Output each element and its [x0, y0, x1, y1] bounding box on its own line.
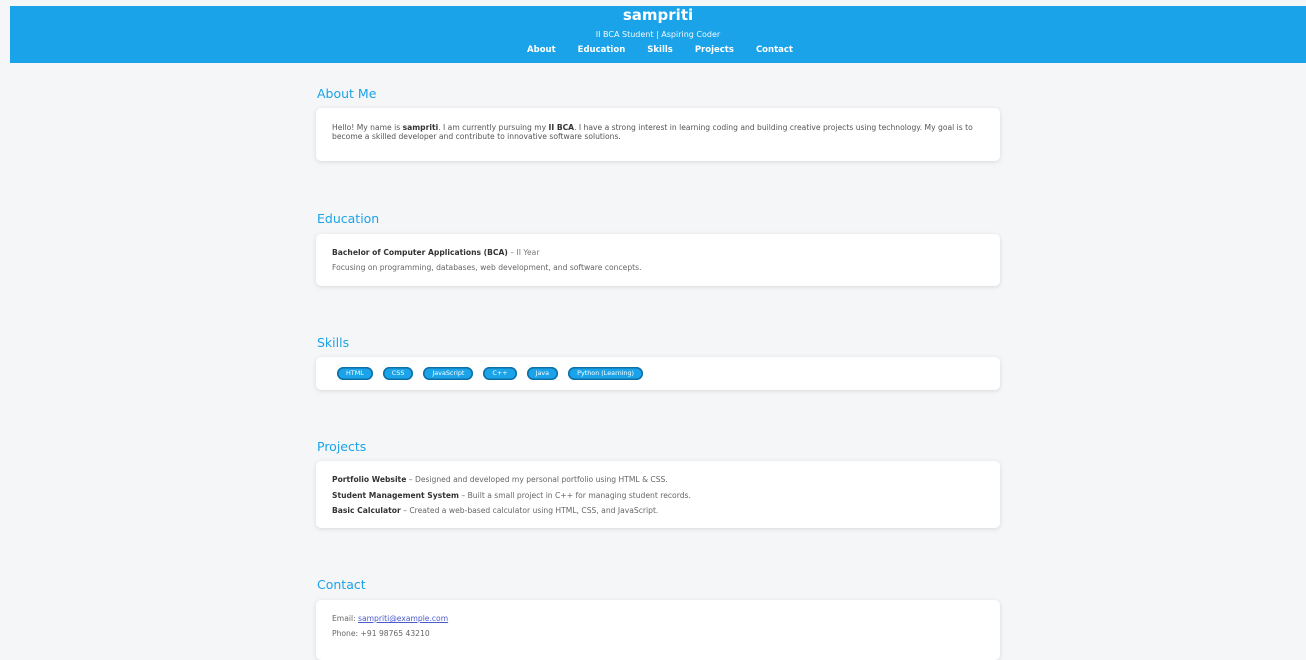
- skill-badge-css: CSS: [382, 367, 414, 380]
- main-nav: About Education Skills Projects Contact: [10, 44, 1306, 56]
- nav-education-link[interactable]: Education: [578, 44, 626, 56]
- education-description: Focusing on programming, databases, web …: [332, 263, 642, 272]
- skills-card: HTML CSS JavaScript C++ Java Python (Lea…: [316, 357, 1000, 390]
- about-name: sampriti: [402, 123, 439, 132]
- site-name: sampriti: [622, 6, 694, 24]
- skills-list: HTML CSS JavaScript C++ Java Python (Lea…: [337, 367, 644, 380]
- about-text: Hello! My name is sampriti. I am current…: [332, 123, 973, 141]
- phone-number: +91 98765 43210: [360, 629, 430, 638]
- contact-phone: Phone: +91 98765 43210: [332, 629, 430, 638]
- project-name: Basic Calculator: [332, 506, 401, 515]
- email-link[interactable]: sampriti@example.com: [358, 614, 448, 623]
- nav-about-link[interactable]: About: [527, 44, 556, 56]
- site-tagline: II BCA Student | Aspiring Coder: [595, 30, 721, 39]
- project-item: Portfolio Website – Designed and develop…: [332, 475, 668, 484]
- contact-section-title: Contact: [317, 577, 366, 592]
- project-item: Student Management System – Built a smal…: [332, 491, 691, 500]
- skill-badge-html: HTML: [337, 367, 373, 380]
- contact-email: Email: sampriti@example.com: [332, 614, 449, 623]
- project-name: Student Management System: [332, 491, 459, 500]
- about-section-title: About Me: [317, 86, 377, 101]
- project-name: Portfolio Website: [332, 475, 407, 484]
- skill-badge-cpp: C++: [483, 367, 517, 380]
- nav-projects-link[interactable]: Projects: [695, 44, 734, 56]
- skill-badge-python: Python (Learning): [568, 367, 644, 380]
- nav-contact-link[interactable]: Contact: [756, 44, 793, 56]
- contact-card: Email: sampriti@example.com Phone: +91 9…: [316, 600, 1000, 660]
- skills-section-title: Skills: [317, 335, 350, 350]
- site-header: sampriti II BCA Student | Aspiring Coder…: [10, 6, 1306, 63]
- nav-skills-link[interactable]: Skills: [647, 44, 673, 56]
- education-card: Bachelor of Computer Applications (BCA) …: [316, 234, 1000, 286]
- project-item: Basic Calculator – Created a web-based c…: [332, 506, 659, 515]
- education-degree: Bachelor of Computer Applications (BCA) …: [332, 248, 540, 257]
- projects-card: Portfolio Website – Designed and develop…: [316, 461, 1000, 528]
- skill-badge-java: Java: [526, 367, 559, 380]
- about-card: Hello! My name is sampriti. I am current…: [316, 108, 1000, 161]
- projects-section-title: Projects: [317, 439, 367, 454]
- about-course: II BCA: [548, 123, 575, 132]
- education-section-title: Education: [317, 211, 380, 226]
- skill-badge-javascript: JavaScript: [423, 367, 474, 380]
- education-year: – II Year: [507, 248, 540, 257]
